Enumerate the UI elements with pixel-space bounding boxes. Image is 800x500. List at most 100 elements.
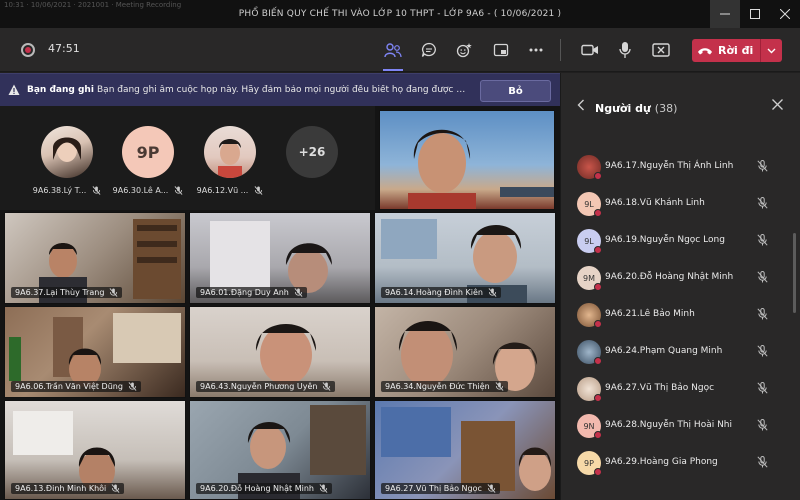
people-icon (384, 43, 402, 58)
leave-options-chevron-icon[interactable] (760, 39, 782, 62)
status-badge (594, 209, 602, 217)
mic-off-icon[interactable] (757, 419, 768, 431)
hang-up-icon (692, 46, 718, 56)
status-badge (594, 320, 602, 328)
speaker-video (408, 129, 554, 209)
avatar: 9P (122, 126, 174, 178)
more-participants-tile[interactable]: +26 (276, 126, 348, 178)
avatar: 9L (577, 192, 602, 217)
video-tile-featured[interactable] (379, 110, 555, 210)
warning-icon (8, 84, 20, 95)
microphone-icon (619, 42, 631, 58)
breakout-rooms-icon (493, 43, 509, 57)
reactions-button[interactable] (453, 38, 477, 62)
panel-scrollbar[interactable] (793, 233, 796, 313)
participant-name: 9A6.28.Nguyễn Thị Hoài Nhi (605, 420, 733, 430)
tile-label: 9A6.43.Nguyễn Phương Uyên (200, 382, 318, 391)
participant-row[interactable]: 9A6.27.Vũ Thị Bảo Ngọc (561, 373, 800, 403)
tile-label: 9A6.37.Lại Thùy Trang (15, 288, 105, 297)
mic-off-icon (319, 484, 328, 493)
leave-button-label: Rời đi (718, 44, 754, 57)
participants-button[interactable] (381, 38, 405, 71)
tile-label: 9A6.34.Nguyễn Đức Thiện (385, 382, 490, 391)
banner-message: Bạn đang ghi âm cuộc họp này. Hãy đảm bả… (97, 85, 469, 95)
banner-title: Bạn đang ghi (27, 85, 94, 95)
chat-icon (421, 42, 436, 57)
avatar (577, 340, 602, 365)
video-tile[interactable]: 9A6.14.Hoàng Đình Kiên (374, 212, 556, 304)
participant-row[interactable]: 9N 9A6.28.Nguyễn Thị Hoài Nhi (561, 410, 800, 440)
mic-off-icon (488, 288, 497, 297)
leave-button[interactable]: Rời đi (692, 39, 782, 62)
chat-button[interactable] (417, 38, 441, 62)
video-tile[interactable]: 9A6.13.Đinh Minh Khôi (4, 400, 186, 500)
participant-row[interactable]: 9M 9A6.20.Đỗ Hoàng Nhật Minh (561, 262, 800, 292)
share-screen-button[interactable] (649, 38, 673, 62)
back-button[interactable] (577, 99, 585, 114)
participant-name: 9A6.27.Vũ Thị Bảo Ngọc (605, 383, 715, 393)
video-tile[interactable]: 9A6.20.Đỗ Hoàng Nhật Minh (189, 400, 371, 500)
mic-off-icon (109, 288, 118, 297)
participant-row[interactable]: 9A6.24.Phạm Quang Minh (561, 336, 800, 366)
minimize-button[interactable] (710, 0, 740, 28)
more-actions-button[interactable] (524, 38, 548, 62)
close-window-button[interactable] (770, 0, 800, 28)
participant-row[interactable]: 9L 9A6.19.Nguyễn Ngọc Long (561, 225, 800, 255)
participant-row[interactable]: 9A6.21.Lê Bảo Minh (561, 299, 800, 329)
close-icon (780, 9, 790, 19)
mic-off-icon (92, 186, 101, 195)
status-badge (594, 468, 602, 476)
maximize-icon (750, 9, 760, 19)
mic-off-icon[interactable] (757, 234, 768, 246)
participant-name: 9A6.20.Đỗ Hoàng Nhật Minh (605, 272, 734, 282)
window-controls (710, 0, 800, 28)
avatar-initials: 9L (584, 199, 594, 209)
status-badge (594, 357, 602, 365)
video-tile[interactable]: 9A6.34.Nguyễn Đức Thiện (374, 306, 556, 398)
status-badge (594, 172, 602, 180)
avatar: 9M (577, 266, 602, 291)
mic-off-icon[interactable] (757, 382, 768, 394)
recording-indicator-icon (21, 43, 35, 57)
rooms-button[interactable] (489, 38, 513, 62)
avatar (204, 126, 256, 178)
mic-off-icon[interactable] (757, 345, 768, 357)
avatar-initials: 9P (584, 458, 594, 468)
participant-row[interactable]: 9A6.17.Nguyễn Thị Ánh Linh (561, 151, 800, 181)
video-tile[interactable]: 9A6.37.Lại Thùy Trang (4, 212, 186, 304)
video-tile[interactable]: 9A6.27.Vũ Thị Bảo Ngọc (374, 400, 556, 500)
title-bar: 10:31 · 10/06/2021 · 2021001 · Meeting R… (0, 0, 800, 28)
mic-off-icon (128, 382, 137, 391)
mic-off-icon[interactable] (757, 160, 768, 172)
more-participants-count: +26 (286, 126, 338, 178)
microphone-button[interactable] (613, 38, 637, 62)
participant-row[interactable]: 9L 9A6.18.Vũ Khánh Linh (561, 188, 800, 218)
video-tile[interactable]: 9A6.06.Trần Văn Việt Dũng (4, 306, 186, 398)
participant-row[interactable]: 9P 9A6.29.Hoàng Gia Phong (561, 447, 800, 477)
mic-off-icon (323, 382, 331, 391)
mic-off-icon[interactable] (757, 197, 768, 209)
meeting-toolbar: 47:51 Rời đi (0, 28, 800, 72)
status-badge (594, 431, 602, 439)
toolbar-divider (560, 39, 561, 61)
mic-off-icon[interactable] (757, 308, 768, 320)
maximize-button[interactable] (740, 0, 770, 28)
tile-label: 9A6.14.Hoàng Đình Kiên (385, 288, 483, 297)
camera-button[interactable] (578, 38, 602, 62)
video-tile[interactable]: 9A6.43.Nguyễn Phương Uyên (189, 306, 371, 398)
avatar-label: 9A6.12.Vũ ... (196, 186, 249, 195)
avatar-tile[interactable]: 9A6.38.Lý T... (31, 126, 103, 195)
dismiss-banner-button[interactable]: Bỏ (480, 80, 551, 102)
teams-meeting-window: 10:31 · 10/06/2021 · 2021001 · Meeting R… (0, 0, 800, 500)
mic-off-icon[interactable] (757, 456, 768, 468)
tile-label: 9A6.01.Đặng Duy Anh (200, 288, 289, 297)
mic-off-icon[interactable] (757, 271, 768, 283)
panel-title-wrap: Người dự (38) (595, 102, 677, 115)
video-tile[interactable]: 9A6.01.Đặng Duy Anh (189, 212, 371, 304)
more-icon (529, 48, 543, 52)
close-panel-button[interactable] (772, 99, 783, 114)
participant-name: 9A6.18.Vũ Khánh Linh (605, 198, 705, 208)
avatar-tile[interactable]: 9A6.12.Vũ ... (194, 126, 266, 195)
avatar-tile[interactable]: 9P 9A6.30.Lê A... (112, 126, 184, 195)
avatar: 9P (577, 451, 602, 476)
